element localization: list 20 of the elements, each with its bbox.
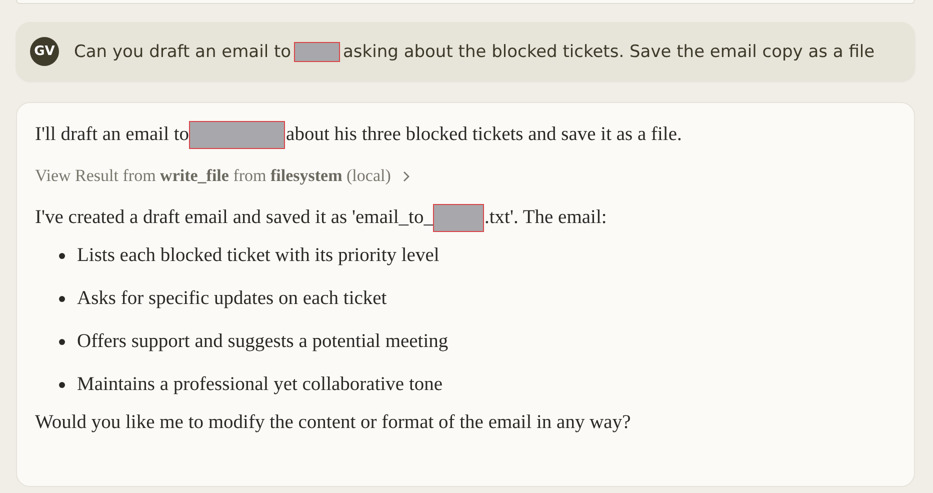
tool-result-link[interactable]: View Result from write_file from filesystem (local) xyxy=(35,166,391,186)
user-avatar: GV xyxy=(30,37,59,66)
bullet-text: Lists each blocked ticket with its priority level xyxy=(77,244,440,266)
message-text: about his three blocked tickets and save it as a file. xyxy=(286,124,682,146)
bullet-icon xyxy=(59,338,65,344)
redaction-box xyxy=(433,204,484,232)
message-text: I'll draft an email to xyxy=(35,124,190,146)
message-text: I've created a draft email and saved it as 'email_to_ xyxy=(35,207,434,229)
bullet-icon xyxy=(59,252,65,258)
redaction-box xyxy=(294,42,340,62)
message-text: Can you draft an email to xyxy=(74,42,292,62)
message-text: .txt'. The email: xyxy=(484,207,607,229)
bullet-icon xyxy=(59,296,65,302)
message-text: asking about the blocked tickets. Save the email copy as a file xyxy=(343,42,875,62)
bullet-text: Asks for specific updates on each ticket xyxy=(77,288,387,310)
bullet-text: Offers support and suggests a potential meeting xyxy=(77,330,448,352)
bullet-icon xyxy=(59,382,65,388)
bullet-text: Maintains a professional yet collaborative tone xyxy=(77,374,443,396)
chevron-right-icon xyxy=(402,170,410,182)
closing-text: Would you like me to modify the content or format of the email in any way? xyxy=(35,412,632,434)
